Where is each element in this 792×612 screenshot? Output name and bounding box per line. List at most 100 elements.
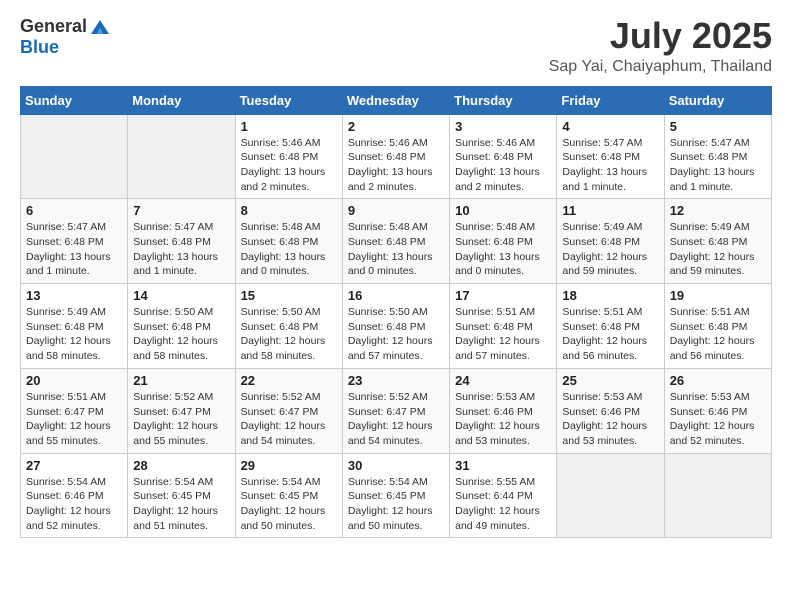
day-number: 14	[133, 288, 229, 303]
calendar-header: SundayMondayTuesdayWednesdayThursdayFrid…	[21, 86, 772, 114]
calendar-cell: 28 Sunrise: 5:54 AMSunset: 6:45 PMDayligh…	[128, 453, 235, 538]
day-number: 30	[348, 458, 444, 473]
day-header-saturday: Saturday	[664, 86, 771, 114]
calendar-cell	[664, 453, 771, 538]
day-number: 12	[670, 203, 766, 218]
day-info: Sunrise: 5:54 AMSunset: 6:45 PMDaylight:…	[348, 475, 444, 534]
calendar-cell	[21, 114, 128, 199]
calendar-cell: 18Sunrise: 5:51 AMSunset: 6:48 PMDayligh…	[557, 284, 664, 369]
calendar-week-0: 1 Sunrise: 5:46 AMSunset: 6:48 PMDaylight…	[21, 114, 772, 199]
day-number: 29	[241, 458, 337, 473]
calendar-cell: 25 Sunrise: 5:53 AMSunset: 6:46 PMDayligh…	[557, 368, 664, 453]
day-number: 31	[455, 458, 551, 473]
calendar-cell: 26Sunrise: 5:53 AMSunset: 6:46 PMDayligh…	[664, 368, 771, 453]
calendar-cell: 11 Sunrise: 5:49 AMSunset: 6:48 PMDayligh…	[557, 199, 664, 284]
calendar-cell: 6Sunrise: 5:47 AMSunset: 6:48 PMDaylight…	[21, 199, 128, 284]
day-info: Sunrise: 5:53 AMSunset: 6:46 PMDaylight:…	[670, 390, 766, 449]
page-header: General Blue July 2025 Sap Yai, Chaiyaph…	[20, 16, 772, 76]
day-info: Sunrise: 5:50 AMSunset: 6:48 PMDaylight:…	[241, 305, 337, 364]
calendar-cell: 3Sunrise: 5:46 AMSunset: 6:48 PMDaylight…	[450, 114, 557, 199]
day-number: 24	[455, 373, 551, 388]
calendar-cell: 5 Sunrise: 5:47 AMSunset: 6:48 PMDaylight…	[664, 114, 771, 199]
day-info: Sunrise: 5:51 AMSunset: 6:47 PMDaylight:…	[26, 390, 122, 449]
calendar-cell: 8Sunrise: 5:48 AMSunset: 6:48 PMDaylight…	[235, 199, 342, 284]
calendar-cell: 24 Sunrise: 5:53 AMSunset: 6:46 PMDayligh…	[450, 368, 557, 453]
day-info: Sunrise: 5:52 AMSunset: 6:47 PMDaylight:…	[348, 390, 444, 449]
day-info: Sunrise: 5:48 AMSunset: 6:48 PMDaylight:…	[455, 220, 551, 279]
day-info: Sunrise: 5:47 AMSunset: 6:48 PMDaylight:…	[133, 220, 229, 279]
day-number: 27	[26, 458, 122, 473]
day-number: 19	[670, 288, 766, 303]
day-info: Sunrise: 5:49 AMSunset: 6:48 PMDaylight:…	[562, 220, 658, 279]
day-header-tuesday: Tuesday	[235, 86, 342, 114]
calendar-cell: 30 Sunrise: 5:54 AMSunset: 6:45 PMDayligh…	[342, 453, 449, 538]
day-info: Sunrise: 5:52 AMSunset: 6:47 PMDaylight:…	[133, 390, 229, 449]
day-info: Sunrise: 5:48 AMSunset: 6:48 PMDaylight:…	[348, 220, 444, 279]
day-header-thursday: Thursday	[450, 86, 557, 114]
calendar-week-1: 6Sunrise: 5:47 AMSunset: 6:48 PMDaylight…	[21, 199, 772, 284]
day-info: Sunrise: 5:52 AMSunset: 6:47 PMDaylight:…	[241, 390, 337, 449]
day-info: Sunrise: 5:49 AMSunset: 6:48 PMDaylight:…	[26, 305, 122, 364]
calendar-cell	[128, 114, 235, 199]
calendar-cell: 14 Sunrise: 5:50 AMSunset: 6:48 PMDayligh…	[128, 284, 235, 369]
day-info: Sunrise: 5:50 AMSunset: 6:48 PMDaylight:…	[348, 305, 444, 364]
day-info: Sunrise: 5:55 AMSunset: 6:44 PMDaylight:…	[455, 475, 551, 534]
calendar-cell: 4Sunrise: 5:47 AMSunset: 6:48 PMDaylight…	[557, 114, 664, 199]
day-number: 5	[670, 119, 766, 134]
day-info: Sunrise: 5:46 AMSunset: 6:48 PMDaylight:…	[348, 136, 444, 195]
day-header-wednesday: Wednesday	[342, 86, 449, 114]
calendar-cell: 16 Sunrise: 5:50 AMSunset: 6:48 PMDayligh…	[342, 284, 449, 369]
logo-blue-text: Blue	[20, 38, 111, 58]
day-number: 17	[455, 288, 551, 303]
day-number: 1	[241, 119, 337, 134]
calendar-week-2: 13 Sunrise: 5:49 AMSunset: 6:48 PMDayligh…	[21, 284, 772, 369]
day-number: 16	[348, 288, 444, 303]
day-info: Sunrise: 5:46 AMSunset: 6:48 PMDaylight:…	[455, 136, 551, 195]
day-number: 20	[26, 373, 122, 388]
calendar-cell: 7 Sunrise: 5:47 AMSunset: 6:48 PMDaylight…	[128, 199, 235, 284]
day-info: Sunrise: 5:53 AMSunset: 6:46 PMDaylight:…	[562, 390, 658, 449]
day-header-monday: Monday	[128, 86, 235, 114]
day-number: 28	[133, 458, 229, 473]
day-number: 4	[562, 119, 658, 134]
day-info: Sunrise: 5:50 AMSunset: 6:48 PMDaylight:…	[133, 305, 229, 364]
day-info: Sunrise: 5:51 AMSunset: 6:48 PMDaylight:…	[670, 305, 766, 364]
calendar-cell: 1Sunrise: 5:46 AMSunset: 6:48 PMDaylight…	[235, 114, 342, 199]
day-info: Sunrise: 5:54 AMSunset: 6:45 PMDaylight:…	[241, 475, 337, 534]
day-number: 8	[241, 203, 337, 218]
day-info: Sunrise: 5:47 AMSunset: 6:48 PMDaylight:…	[670, 136, 766, 195]
calendar-table: SundayMondayTuesdayWednesdayThursdayFrid…	[20, 86, 772, 539]
calendar-cell: 12 Sunrise: 5:49 AMSunset: 6:48 PMDayligh…	[664, 199, 771, 284]
calendar-cell: 17 Sunrise: 5:51 AMSunset: 6:48 PMDayligh…	[450, 284, 557, 369]
calendar-cell: 15Sunrise: 5:50 AMSunset: 6:48 PMDayligh…	[235, 284, 342, 369]
day-info: Sunrise: 5:51 AMSunset: 6:48 PMDaylight:…	[562, 305, 658, 364]
main-title: July 2025	[549, 16, 772, 56]
day-header-friday: Friday	[557, 86, 664, 114]
day-info: Sunrise: 5:53 AMSunset: 6:46 PMDaylight:…	[455, 390, 551, 449]
day-number: 7	[133, 203, 229, 218]
calendar-cell: 19 Sunrise: 5:51 AMSunset: 6:48 PMDayligh…	[664, 284, 771, 369]
day-info: Sunrise: 5:54 AMSunset: 6:46 PMDaylight:…	[26, 475, 122, 534]
calendar-cell	[557, 453, 664, 538]
calendar-week-3: 20 Sunrise: 5:51 AMSunset: 6:47 PMDayligh…	[21, 368, 772, 453]
day-info: Sunrise: 5:49 AMSunset: 6:48 PMDaylight:…	[670, 220, 766, 279]
day-number: 11	[562, 203, 658, 218]
day-info: Sunrise: 5:47 AMSunset: 6:48 PMDaylight:…	[26, 220, 122, 279]
calendar-week-4: 27 Sunrise: 5:54 AMSunset: 6:46 PMDayligh…	[21, 453, 772, 538]
day-number: 10	[455, 203, 551, 218]
calendar-cell: 10 Sunrise: 5:48 AMSunset: 6:48 PMDayligh…	[450, 199, 557, 284]
calendar-cell: 29 Sunrise: 5:54 AMSunset: 6:45 PMDayligh…	[235, 453, 342, 538]
day-number: 25	[562, 373, 658, 388]
logo-icon	[89, 16, 111, 38]
calendar-cell: 13 Sunrise: 5:49 AMSunset: 6:48 PMDayligh…	[21, 284, 128, 369]
calendar-cell: 21Sunrise: 5:52 AMSunset: 6:47 PMDayligh…	[128, 368, 235, 453]
calendar-cell: 9Sunrise: 5:48 AMSunset: 6:48 PMDaylight…	[342, 199, 449, 284]
day-number: 2	[348, 119, 444, 134]
day-info: Sunrise: 5:51 AMSunset: 6:48 PMDaylight:…	[455, 305, 551, 364]
title-block: July 2025 Sap Yai, Chaiyaphum, Thailand	[549, 16, 772, 76]
day-info: Sunrise: 5:54 AMSunset: 6:45 PMDaylight:…	[133, 475, 229, 534]
day-number: 13	[26, 288, 122, 303]
calendar-cell: 2 Sunrise: 5:46 AMSunset: 6:48 PMDaylight…	[342, 114, 449, 199]
logo: General Blue	[20, 16, 111, 58]
calendar-cell: 20 Sunrise: 5:51 AMSunset: 6:47 PMDayligh…	[21, 368, 128, 453]
